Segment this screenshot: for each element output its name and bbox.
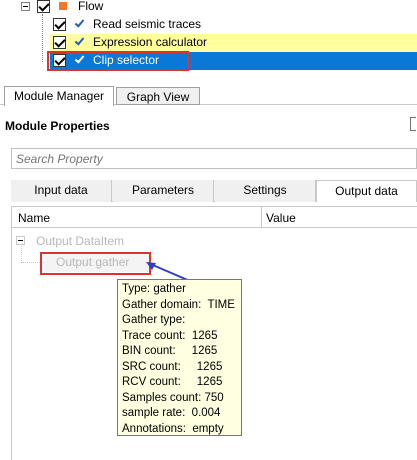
- column-header-name[interactable]: Name: [18, 211, 50, 225]
- flow-item-read-seismic-traces[interactable]: Read seismic traces: [50, 16, 417, 34]
- annotation-box-clip-selector: [47, 51, 189, 71]
- tooltip-line: Trace count: 1265: [122, 329, 218, 342]
- enabled-check-icon: [74, 35, 85, 46]
- tab-parameters[interactable]: Parameters: [113, 180, 214, 202]
- window: Flow Read seismic traces Expression calc…: [0, 0, 417, 460]
- tooltip-line: RCV count: 1265: [122, 376, 223, 388]
- flow-item-expression-calculator[interactable]: Expression calculator: [50, 34, 417, 52]
- expression-calculator-checkbox[interactable]: [53, 36, 66, 49]
- tab-graph-view[interactable]: Graph View: [116, 87, 200, 105]
- column-header-value[interactable]: Value: [266, 211, 296, 225]
- flow-tree: Flow Read seismic traces Expression calc…: [0, 0, 417, 86]
- tree-connector: [42, 14, 43, 62]
- flow-checkbox[interactable]: [37, 0, 50, 13]
- column-divider: [261, 206, 262, 228]
- tooltip-line: sample rate: 0.004: [122, 407, 221, 419]
- collapse-flow-icon[interactable]: [21, 2, 30, 11]
- search-property-input[interactable]: [14, 150, 409, 167]
- flow-item-label: Read seismic traces: [93, 17, 202, 31]
- collapse-output-dataitem-icon[interactable]: [16, 236, 25, 245]
- read-seismic-traces-checkbox[interactable]: [53, 18, 66, 31]
- output-dataitem-label[interactable]: Output DataItem: [36, 234, 124, 248]
- annotation-box-output-gather: [40, 252, 151, 275]
- enabled-check-icon: [74, 17, 85, 28]
- tooltip-line: Gather domain: TIME: [122, 298, 235, 311]
- tab-input-data[interactable]: Input data: [11, 180, 112, 202]
- tree-connector: [21, 246, 22, 263]
- tooltip-line: Type: gather: [122, 283, 186, 295]
- tab-output-data[interactable]: Output data: [316, 180, 417, 202]
- tab-settings[interactable]: Settings: [215, 180, 316, 202]
- grid-header: [12, 206, 417, 228]
- tooltip-line: Gather type:: [122, 314, 186, 326]
- tooltip-line: Annotations: empty: [122, 422, 224, 435]
- module-properties-title: Module Properties: [5, 119, 110, 133]
- tab-module-manager[interactable]: Module Manager: [4, 86, 114, 106]
- tooltip-line: BIN count: 1265: [122, 345, 218, 357]
- flow-item-label: Expression calculator: [93, 35, 208, 49]
- flow-icon: [59, 2, 67, 10]
- tooltip-line: Samples count: 750: [122, 391, 224, 404]
- tooltip-line: SRC count: 1265: [122, 360, 223, 373]
- flow-label[interactable]: Flow: [78, 0, 103, 13]
- panel-pin-icon[interactable]: [410, 117, 416, 131]
- gather-info-tooltip: Type: gather Gather domain: TIME Gather …: [117, 279, 242, 436]
- search-input-frame: [11, 148, 417, 169]
